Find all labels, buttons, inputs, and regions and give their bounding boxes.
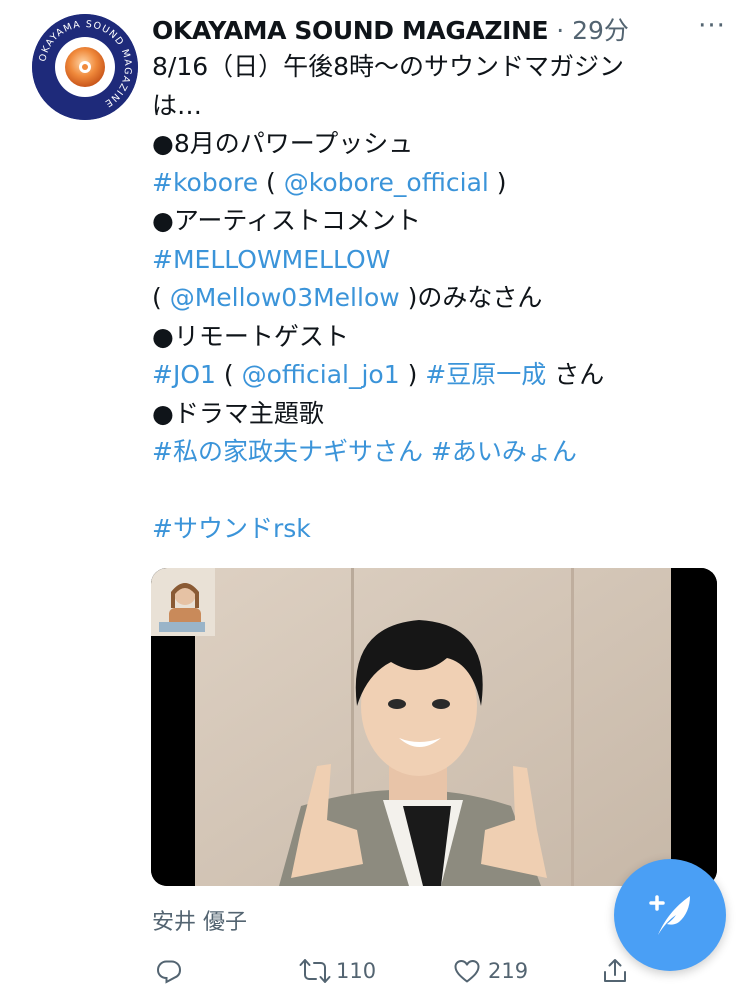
retweet-icon xyxy=(299,959,331,983)
tweet-text-segment: ( xyxy=(152,283,170,312)
tweet-text-line: ●ドラマ主題歌 xyxy=(152,395,692,434)
compose-tweet-button[interactable] xyxy=(614,859,726,971)
tweet-text-segment: )のみなさん xyxy=(399,283,543,312)
tweet-media[interactable] xyxy=(151,568,717,886)
reply-icon xyxy=(156,960,182,984)
tweet-text-segment: ( xyxy=(215,360,242,389)
tweet-text-line: ●アーティストコメント xyxy=(152,202,692,241)
header-separator: · xyxy=(556,16,565,45)
share-icon xyxy=(604,959,626,982)
heart-icon xyxy=(454,960,480,983)
media-caption[interactable]: 安井 優子 xyxy=(152,904,247,936)
tweet-text-segment: ●ドラマ主題歌 xyxy=(152,398,324,428)
avatar[interactable]: OKAYAMA SOUND MAGAZINE xyxy=(32,14,138,120)
hashtag-link[interactable]: #サウンドrsk xyxy=(152,514,311,543)
tweet-text-segment xyxy=(423,437,431,466)
tweet-text-line: #JO1 ( @official_jo1 ) #豆原一成 さん xyxy=(152,356,692,395)
mention-link[interactable]: @official_jo1 xyxy=(242,360,400,389)
mention-link[interactable]: @Mellow03Mellow xyxy=(170,283,400,312)
tweet-text-line: #私の家政夫ナギサさん #あいみょん xyxy=(152,433,692,472)
tweet-text-segment: ) xyxy=(399,360,426,389)
hashtag-link[interactable]: #あいみょん xyxy=(431,437,577,466)
tweet-text-segment: さん xyxy=(546,360,605,389)
tweet-text-segment: ●8月のパワープッシュ xyxy=(152,129,414,158)
video-call-photo xyxy=(151,568,717,886)
tweet-text-line: 8/16（日）午後8時〜のサウンドマガジン xyxy=(152,48,692,87)
tweet-text-line: ●8月のパワープッシュ xyxy=(152,125,692,164)
hashtag-link[interactable]: #kobore xyxy=(152,168,258,197)
like-button[interactable]: 219 xyxy=(452,950,528,992)
tweet-text-line: ( @Mellow03Mellow )のみなさん xyxy=(152,279,692,318)
tweet-text-line: は… xyxy=(152,87,692,126)
retweet-button[interactable]: 110 xyxy=(298,950,376,992)
tweet-text-line: ●リモートゲスト xyxy=(152,318,692,357)
tweet-text: 8/16（日）午後8時〜のサウンドマガジン は… ●8月のパワープッシュ #kobor… xyxy=(152,48,692,549)
hashtag-link[interactable]: #MELLOWMELLOW xyxy=(152,245,390,274)
compose-tweet-icon xyxy=(649,895,690,935)
hashtag-link[interactable]: #豆原一成 xyxy=(425,360,546,389)
like-count: 219 xyxy=(488,959,529,983)
tweet-text-segment: ) xyxy=(488,167,507,197)
share-button[interactable] xyxy=(600,950,630,992)
hashtag-link[interactable]: #私の家政夫ナギサさん xyxy=(152,437,423,466)
reply-button[interactable] xyxy=(154,950,184,992)
tweet-text-line: #MELLOWMELLOW xyxy=(152,241,692,280)
retweet-count: 110 xyxy=(336,959,377,983)
tweet-body: OKAYAMA SOUND MAGAZINE · 29分 8/16（日）午後8時… xyxy=(152,14,692,549)
tweet-text-segment: 8/16（日）午後8時〜のサウンドマガジン xyxy=(152,52,625,81)
more-icon[interactable]: ··· xyxy=(692,13,732,44)
tweet-text-segment: ( xyxy=(258,167,284,197)
tweet-text-segment: は… xyxy=(152,90,203,120)
okayama-logo-icon: OKAYAMA SOUND MAGAZINE xyxy=(32,14,138,120)
tweet-timestamp[interactable]: 29分 xyxy=(572,16,629,45)
tweet-header: OKAYAMA SOUND MAGAZINE · 29分 xyxy=(152,14,692,48)
tweet-text-segment: ●アーティストコメント xyxy=(152,206,421,235)
tweet-text-line: #サウンドrsk xyxy=(152,510,692,549)
author-name[interactable]: OKAYAMA SOUND MAGAZINE xyxy=(152,16,549,45)
tweet-text-line: #kobore ( @kobore_official ) xyxy=(152,164,692,203)
hashtag-link[interactable]: #JO1 xyxy=(152,360,216,389)
mention-link[interactable]: @kobore_official xyxy=(284,168,489,197)
tweet-text-segment: ●リモートゲスト xyxy=(152,321,349,351)
